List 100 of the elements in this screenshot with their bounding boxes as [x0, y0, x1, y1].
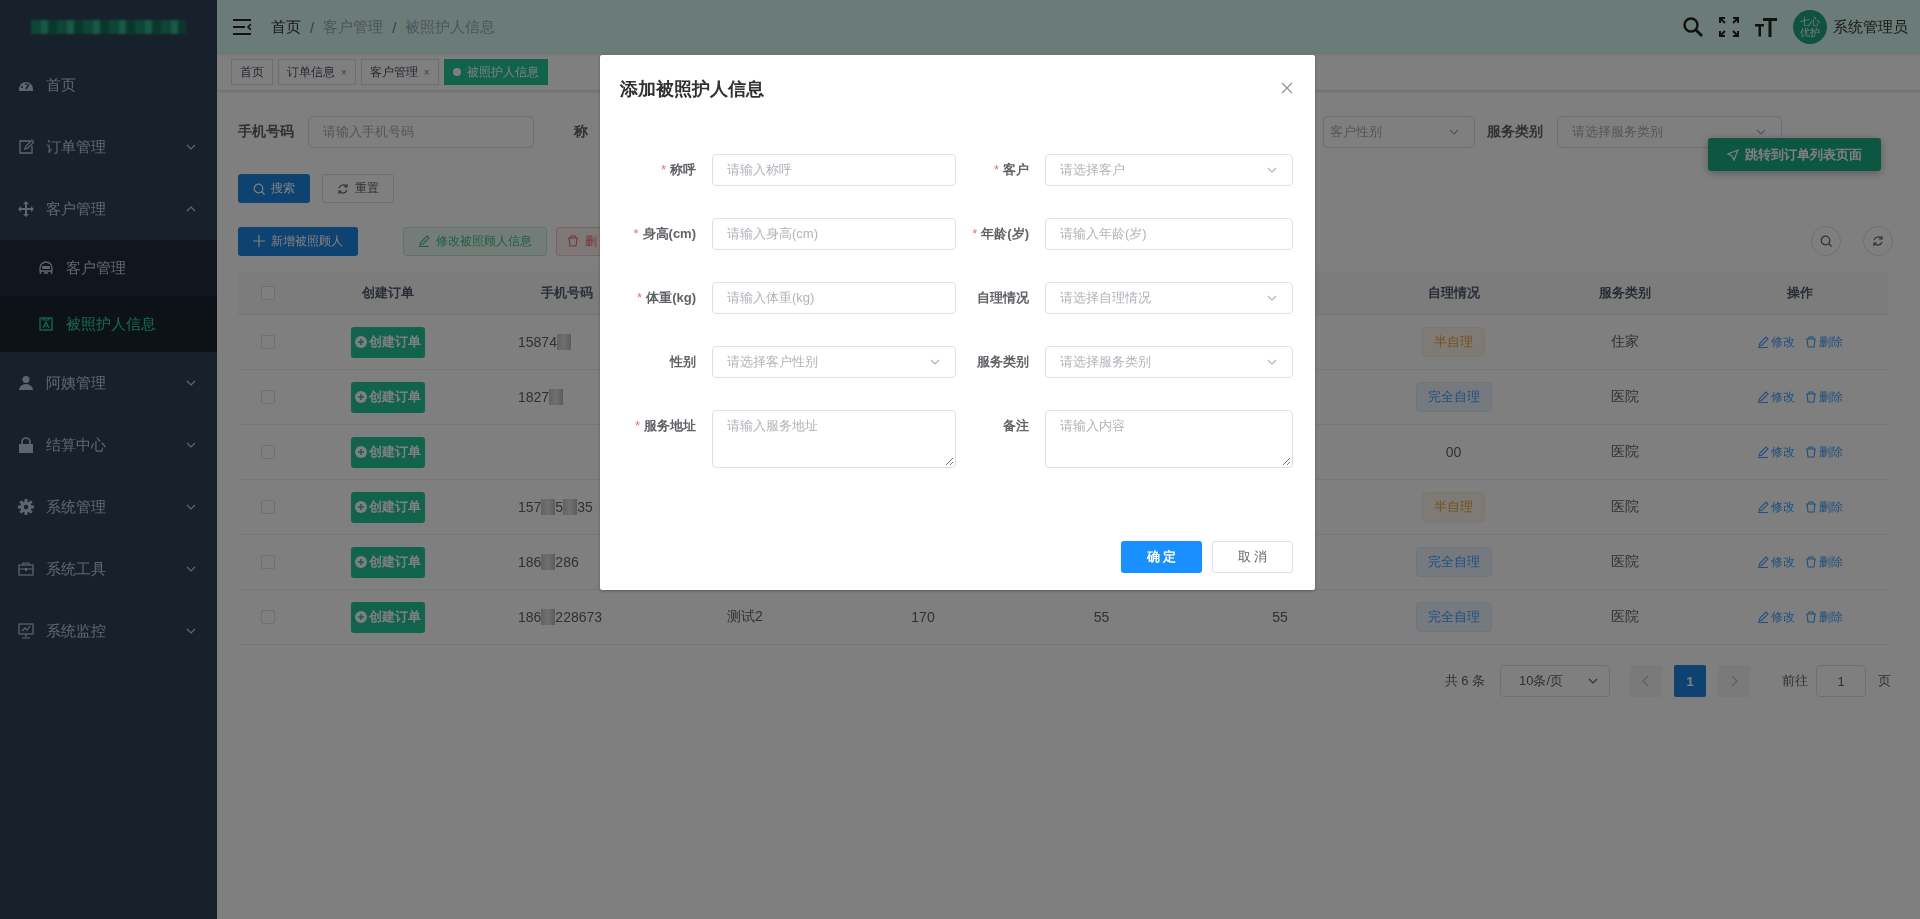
- sidebar-item[interactable]: 系统监控: [0, 600, 217, 662]
- menu-icon[interactable]: [233, 19, 251, 35]
- breadcrumb-separator: /: [310, 18, 315, 36]
- reset-button[interactable]: 重置: [322, 174, 394, 203]
- search-button[interactable]: 搜索: [238, 174, 310, 203]
- select-field[interactable]: 请选择客户性别: [712, 346, 956, 378]
- plus-circle-icon: [355, 446, 367, 458]
- sidebar-item[interactable]: 结算中心: [0, 414, 217, 476]
- confirm-button[interactable]: 确 定: [1121, 541, 1202, 573]
- pencil-icon: [1757, 446, 1769, 458]
- page-suffix: 页: [1878, 672, 1891, 690]
- edit-link[interactable]: 修改: [1757, 498, 1795, 516]
- page-button[interactable]: 1: [1674, 665, 1706, 697]
- create-order-button[interactable]: 创建订单: [351, 546, 425, 578]
- id-card-icon: [38, 316, 54, 332]
- create-order-button[interactable]: 创建订单: [351, 381, 425, 413]
- sidebar-subitem[interactable]: 客户管理: [0, 240, 217, 296]
- column-header: 服务类别: [1599, 283, 1651, 302]
- delete-link[interactable]: 删除: [1805, 388, 1843, 406]
- edit-link[interactable]: 修改: [1757, 388, 1795, 406]
- tab[interactable]: 客户管理 ×: [360, 59, 439, 85]
- delete-link[interactable]: 删除: [1805, 498, 1843, 516]
- plus-circle-icon: [355, 391, 367, 403]
- input-field[interactable]: 请输入年龄(岁): [1045, 218, 1293, 250]
- edit-link[interactable]: 修改: [1757, 553, 1795, 571]
- sidebar-item[interactable]: 阿姨管理: [0, 352, 217, 414]
- field-label: 服务类别: [1487, 123, 1543, 141]
- textarea-field[interactable]: 请输入服务地址: [712, 410, 956, 468]
- textarea-field[interactable]: 请输入内容: [1045, 410, 1293, 468]
- total-count: 共 6 条: [1444, 672, 1485, 690]
- user-icon: [18, 375, 34, 391]
- sidebar-item[interactable]: 客户管理: [0, 178, 217, 240]
- page-input[interactable]: 1: [1816, 665, 1866, 697]
- jump-button[interactable]: 跳转到订单列表页面: [1708, 138, 1881, 171]
- fullscreen-icon[interactable]: [1719, 17, 1739, 37]
- user-name[interactable]: 系统管理员: [1833, 17, 1908, 37]
- field-label: * 身高(cm): [632, 225, 696, 243]
- trash-icon: [567, 235, 579, 247]
- sidebar-item[interactable]: 系统管理: [0, 476, 217, 538]
- sidebar-item[interactable]: 首页: [0, 54, 217, 116]
- edit-link[interactable]: 修改: [1757, 608, 1795, 626]
- pencil-icon: [1757, 611, 1769, 623]
- sidebar-item[interactable]: 订单管理: [0, 116, 217, 178]
- select-field[interactable]: 请选择客户: [1045, 154, 1293, 186]
- trash-icon: [1805, 336, 1817, 348]
- phone-cell-text: 186 228673: [517, 609, 604, 625]
- gear-icon: [18, 499, 34, 515]
- delete-link[interactable]: 删除: [1805, 608, 1843, 626]
- create-order-button[interactable]: 创建订单: [351, 326, 425, 358]
- resize-grip-icon: [1283, 458, 1290, 465]
- font-size-icon[interactable]: [1755, 17, 1777, 37]
- add-button[interactable]: 新增被照顾人: [238, 226, 358, 256]
- avatar-logo[interactable]: 七心优护: [1793, 10, 1827, 44]
- table-cell-text: 医院: [1610, 388, 1640, 406]
- edit-link[interactable]: 修改: [1757, 443, 1795, 461]
- trash-icon: [1805, 501, 1817, 513]
- prev-page-button[interactable]: [1630, 665, 1662, 697]
- search-icon[interactable]: [1683, 17, 1703, 37]
- tab[interactable]: 首页: [231, 59, 273, 85]
- breadcrumb-item[interactable]: 首页: [271, 17, 301, 37]
- monitor-icon: [18, 623, 34, 639]
- input-field[interactable]: 请输入身高(cm): [712, 218, 956, 250]
- column-header: 创建订单: [362, 283, 414, 302]
- field-label: 自理情况: [976, 289, 1029, 307]
- delete-link[interactable]: 删除: [1805, 333, 1843, 351]
- table-cell-text: 测试2: [726, 608, 764, 626]
- delete-link[interactable]: 删除: [1805, 553, 1843, 571]
- status-tag: 完全自理: [1415, 382, 1492, 412]
- field-label: 手机号码: [238, 123, 294, 141]
- refresh-icon: [337, 182, 349, 195]
- input-field[interactable]: 请输入称呼: [712, 154, 956, 186]
- cancel-button[interactable]: 取 消: [1212, 541, 1293, 573]
- input-field[interactable]: 请输入体重(kg): [712, 282, 956, 314]
- tab[interactable]: 被照护人信息: [443, 59, 548, 85]
- create-order-button[interactable]: 创建订单: [351, 491, 425, 523]
- search-icon: [1820, 235, 1832, 247]
- field-label: 备注: [1002, 417, 1029, 435]
- edit-link[interactable]: 修改: [1757, 333, 1795, 351]
- table-cell-text: 00: [1444, 444, 1463, 460]
- send-icon: [1727, 148, 1739, 161]
- field-label: * 年龄(岁): [972, 225, 1029, 243]
- delete-link[interactable]: 删除: [1805, 443, 1843, 461]
- trash-icon: [1805, 446, 1817, 458]
- create-order-button[interactable]: 创建订单: [351, 436, 425, 468]
- move-icon: [18, 201, 34, 217]
- select-field[interactable]: 请选择自理情况: [1045, 282, 1293, 314]
- trash-icon: [1805, 391, 1817, 403]
- pencil-icon: [1757, 556, 1769, 568]
- close-icon[interactable]: [1281, 82, 1293, 94]
- create-order-button[interactable]: 创建订单: [351, 601, 425, 633]
- pencil-icon: [1757, 391, 1769, 403]
- select-field[interactable]: 请选择服务类别: [1045, 346, 1293, 378]
- sidebar-item[interactable]: 系统工具: [0, 538, 217, 600]
- next-page-button[interactable]: [1718, 665, 1750, 697]
- plus-circle-icon: [355, 336, 367, 348]
- edit-icon: [18, 139, 34, 155]
- page-size-select[interactable]: 10条/页: [1500, 665, 1610, 697]
- tab[interactable]: 订单信息 ×: [278, 59, 356, 85]
- table-cell-text: 住家: [1610, 333, 1640, 351]
- sidebar-subitem[interactable]: 被照护人信息: [0, 296, 217, 352]
